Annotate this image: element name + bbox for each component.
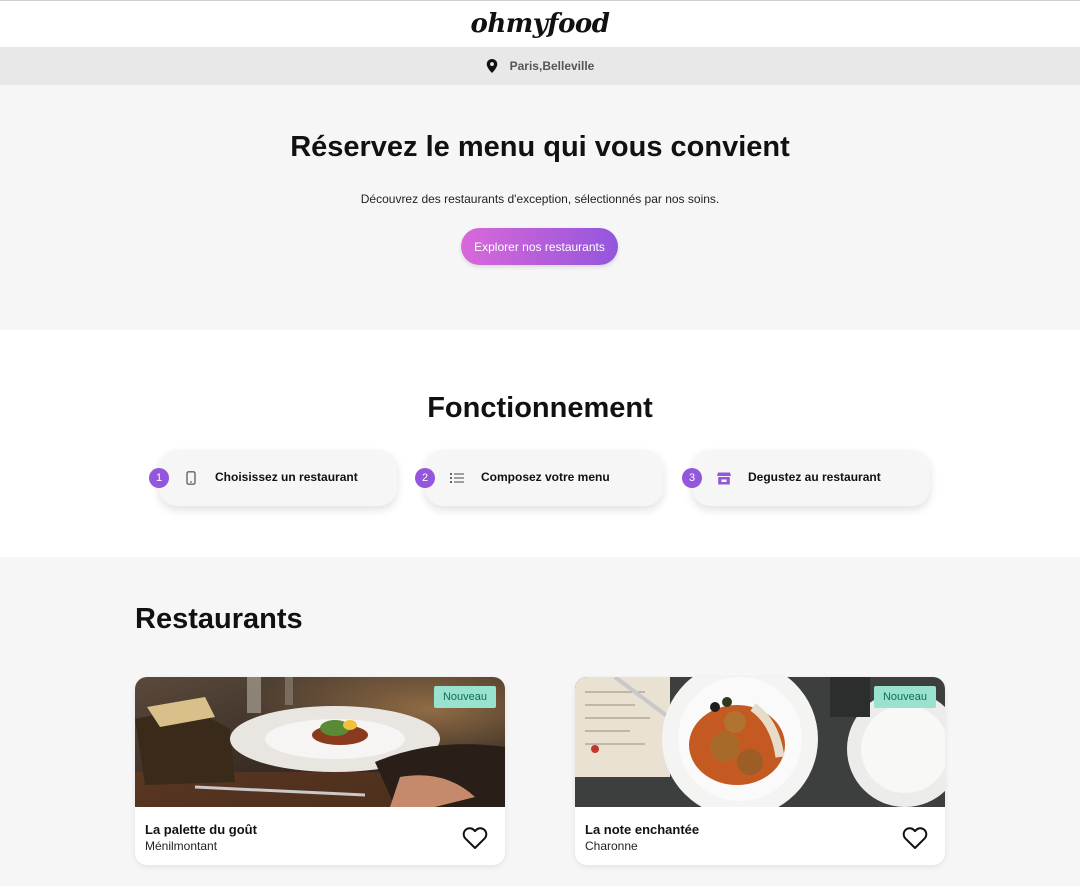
step-label: Composez votre menu — [481, 470, 610, 484]
location-text: Paris,Belleville — [509, 59, 595, 73]
step-number-badge: 3 — [682, 468, 702, 488]
new-badge: Nouveau — [433, 686, 496, 708]
step-number-badge: 1 — [149, 468, 169, 488]
logo[interactable]: ohmyfood — [471, 9, 610, 39]
restaurant-name: La palette du goût — [145, 822, 257, 837]
new-badge: Nouveau — [873, 686, 936, 708]
map-pin-icon — [486, 59, 497, 73]
store-icon — [716, 470, 732, 486]
restaurant-name: La note enchantée — [585, 822, 700, 837]
step-card-3: 3 Degustez au restaurant — [682, 450, 930, 506]
step-label: Degustez au restaurant — [748, 470, 881, 484]
restaurant-card-note[interactable]: Nouveau La note enchantée Charonne — [575, 677, 945, 865]
mobile-phone-icon — [183, 470, 199, 486]
heart-outline-icon[interactable] — [462, 826, 488, 850]
site-header: ohmyfood — [0, 1, 1080, 47]
how-it-works-title: Fonctionnement — [427, 392, 653, 424]
hero-title: Réservez le menu qui vous convient — [290, 131, 790, 163]
step-label: Choisissez un restaurant — [215, 470, 358, 484]
heart-outline-icon[interactable] — [902, 826, 928, 850]
hero-subtitle: Découvrez des restaurants d'exception, s… — [360, 192, 720, 206]
hero-section: Réservez le menu qui vous convient Décou… — [0, 85, 1080, 330]
restaurants-section: Restaurants Nouveau La palette du goût M… — [0, 557, 1080, 886]
step-card-1: 1 Choisissez un restaurant — [149, 450, 397, 506]
step-number-badge: 2 — [415, 468, 435, 488]
explore-restaurants-button[interactable]: Explorer nos restaurants — [461, 228, 618, 265]
page: ohmyfood Paris,Belleville Réservez le me… — [0, 0, 1080, 886]
location-bar: Paris,Belleville — [0, 47, 1080, 85]
list-icon — [449, 470, 465, 486]
restaurant-photo[interactable]: Nouveau — [575, 677, 945, 807]
restaurant-area: Ménilmontant — [145, 839, 218, 853]
restaurant-photo[interactable]: Nouveau — [135, 677, 505, 807]
how-it-works-section: Fonctionnement 1 Choisissez un restauran… — [0, 330, 1080, 557]
restaurant-area: Charonne — [585, 839, 638, 853]
restaurant-card-palette[interactable]: Nouveau La palette du goût Ménilmontant — [135, 677, 505, 865]
step-card-2: 2 Composez votre menu — [415, 450, 663, 506]
restaurants-title: Restaurants — [135, 603, 303, 635]
